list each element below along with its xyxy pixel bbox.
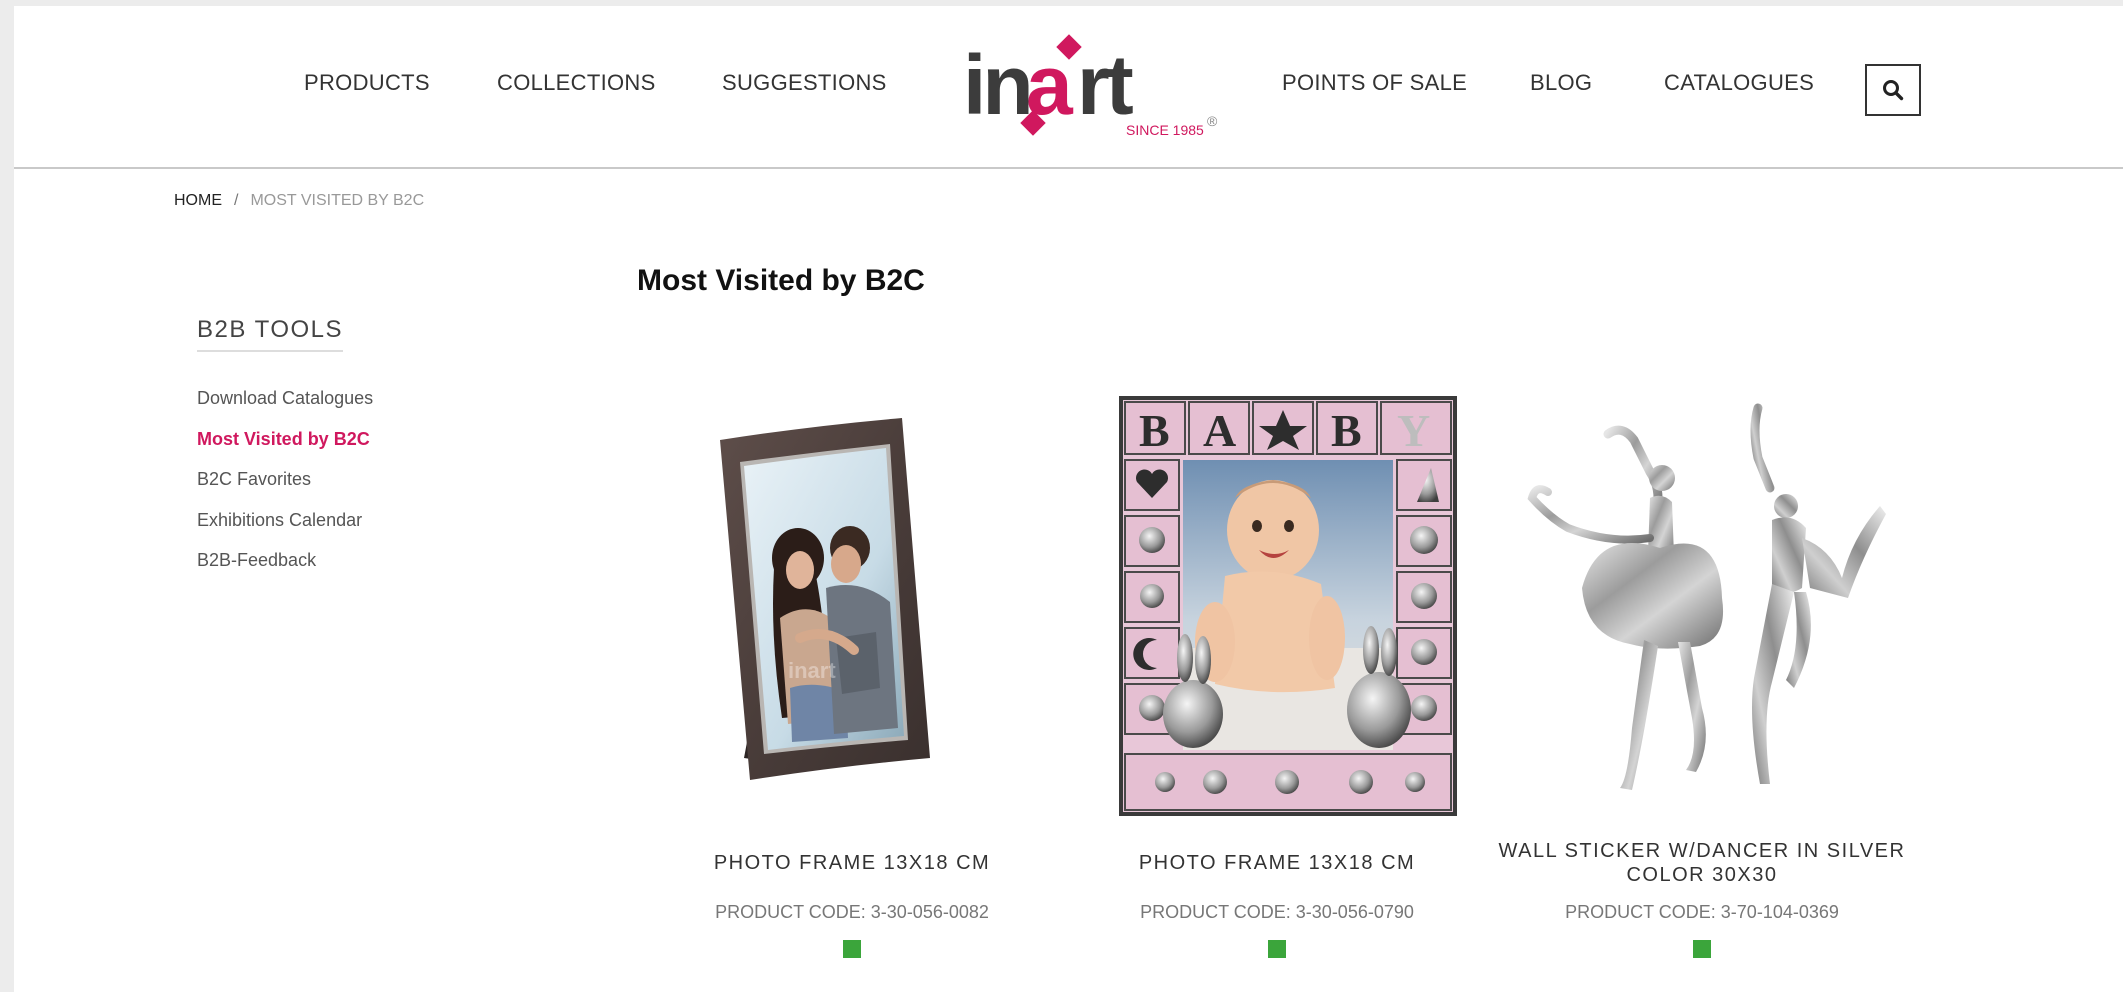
svg-text:in: in xyxy=(963,38,1030,132)
svg-text:rt: rt xyxy=(1077,38,1133,132)
breadcrumb-home[interactable]: HOME xyxy=(174,192,222,210)
stock-indicator xyxy=(1268,940,1286,958)
nav-blog[interactable]: BLOG xyxy=(1530,70,1592,96)
sidebar-item-exhibitions-calendar[interactable]: Exhibitions Calendar xyxy=(197,510,497,551)
product-image-baby-frame[interactable]: B A B Y xyxy=(1065,388,1489,818)
nav-points-of-sale[interactable]: POINTS OF SALE xyxy=(1282,70,1467,96)
product-card[interactable]: WALL STICKER W/DANCER IN SILVER COLOR 30… xyxy=(1490,388,1914,958)
site-header: PRODUCTS COLLECTIONS SUGGESTIONS in a rt… xyxy=(14,6,2123,169)
nav-products[interactable]: PRODUCTS xyxy=(304,70,430,96)
product-code: PRODUCT CODE: 3-70-104-0369 xyxy=(1565,902,1839,922)
breadcrumb: HOME / MOST VISITED BY B2C xyxy=(174,192,424,210)
logo-registered: ® xyxy=(1207,113,1218,129)
product-name[interactable]: PHOTO FRAME 13X18 CM xyxy=(1065,836,1489,890)
svg-text:B: B xyxy=(1139,405,1170,456)
sidebar-item-download-catalogues[interactable]: Download Catalogues xyxy=(197,388,497,429)
product-card[interactable]: B A B Y PHOTO FRAME 13X18 CM PRODUCT COD… xyxy=(1065,388,1489,958)
product-card[interactable]: inart PHOTO FRAME 13X18 CM PRODUCT CODE:… xyxy=(640,388,1064,958)
search-icon xyxy=(1883,80,1904,101)
breadcrumb-current: MOST VISITED BY B2C xyxy=(250,192,425,209)
product-code: PRODUCT CODE: 3-30-056-0790 xyxy=(1140,902,1414,922)
sidebar-title: B2B TOOLS xyxy=(197,316,344,352)
inart-logo[interactable]: in a rt SINCE 1985 ® xyxy=(949,30,1229,142)
svg-text:inart: inart xyxy=(788,658,836,683)
sidebar-item-most-visited[interactable]: Most Visited by B2C xyxy=(197,429,497,470)
svg-text:B: B xyxy=(1331,405,1362,456)
logo-tagline: SINCE 1985 xyxy=(1126,122,1204,138)
sidebar-item-b2b-feedback[interactable]: B2B-Feedback xyxy=(197,550,497,591)
stock-indicator xyxy=(843,940,861,958)
svg-text:Y: Y xyxy=(1397,405,1430,456)
nav-collections[interactable]: COLLECTIONS xyxy=(497,70,656,96)
svg-text:A: A xyxy=(1203,405,1236,456)
sidebar: B2B TOOLS Download Catalogues Most Visit… xyxy=(197,316,497,591)
page-title: Most Visited by B2C xyxy=(637,264,925,297)
product-image-dancer-sticker[interactable] xyxy=(1490,388,1914,818)
page: PRODUCTS COLLECTIONS SUGGESTIONS in a rt… xyxy=(14,6,2123,992)
product-code: PRODUCT CODE: 3-30-056-0082 xyxy=(715,902,989,922)
search-button[interactable] xyxy=(1865,64,1921,116)
breadcrumb-separator: / xyxy=(234,192,239,209)
nav-suggestions[interactable]: SUGGESTIONS xyxy=(722,70,887,96)
product-image-photo-frame[interactable]: inart xyxy=(640,388,1064,818)
product-name[interactable]: PHOTO FRAME 13X18 CM xyxy=(640,836,1064,890)
stock-indicator xyxy=(1693,940,1711,958)
sidebar-list: Download Catalogues Most Visited by B2C … xyxy=(197,388,497,591)
product-name[interactable]: WALL STICKER W/DANCER IN SILVER COLOR 30… xyxy=(1490,836,1914,890)
sidebar-item-b2c-favorites[interactable]: B2C Favorites xyxy=(197,469,497,510)
nav-catalogues[interactable]: CATALOGUES xyxy=(1664,70,1814,96)
